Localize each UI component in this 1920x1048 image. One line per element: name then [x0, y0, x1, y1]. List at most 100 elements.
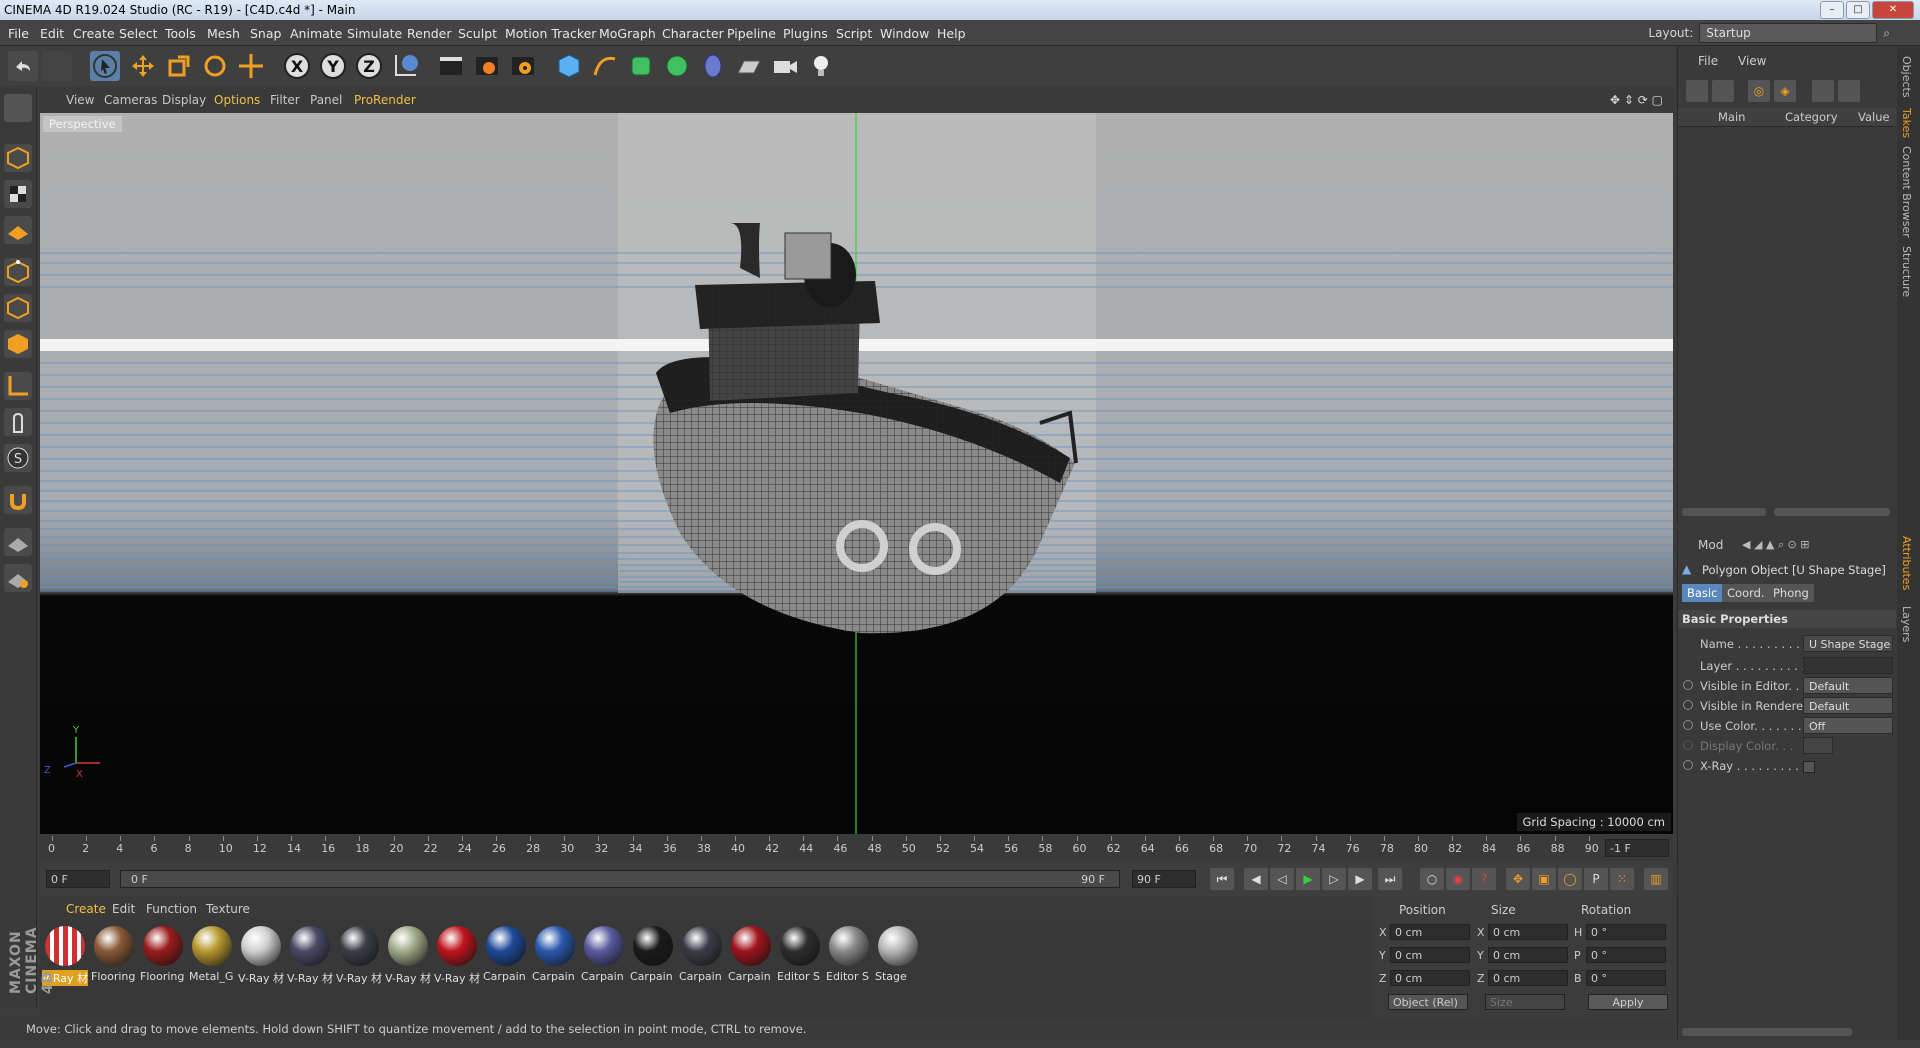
attribute-hscrollbar[interactable]: [1682, 1028, 1852, 1036]
material-tile[interactable]: Carpain: [532, 924, 578, 986]
attr-visible-renderer-radio[interactable]: [1683, 700, 1693, 710]
material-tile[interactable]: Flooring: [91, 924, 137, 986]
magnet-icon[interactable]: [4, 486, 32, 514]
menu-sculpt[interactable]: Sculpt: [458, 26, 497, 41]
rotate-tool-icon[interactable]: [200, 51, 230, 81]
column-value[interactable]: Value: [1858, 110, 1890, 124]
size-mode-select[interactable]: Size: [1485, 994, 1565, 1010]
material-tile[interactable]: V-Ray 材: [287, 924, 333, 986]
position-z-field[interactable]: 0 cm: [1390, 970, 1470, 986]
material-menu-texture[interactable]: Texture: [206, 902, 250, 916]
viewport-menu-view[interactable]: View: [66, 93, 94, 107]
position-x-field[interactable]: 0 cm: [1390, 924, 1470, 940]
menu-pipeline[interactable]: Pipeline: [727, 26, 776, 41]
tweak-mode-icon[interactable]: [4, 408, 32, 436]
dock-tab-objects[interactable]: Objects: [1900, 56, 1913, 98]
dock-tab-structure[interactable]: Structure: [1900, 246, 1913, 297]
material-tile[interactable]: Carpain: [483, 924, 529, 986]
filter-icon[interactable]: ◈: [1774, 80, 1796, 102]
object-hscrollbar-left[interactable]: [1682, 508, 1766, 516]
object-hscrollbar-right[interactable]: [1774, 508, 1890, 516]
size-x-field[interactable]: 0 cm: [1488, 924, 1568, 940]
record-active-objects-icon[interactable]: ○: [1420, 868, 1444, 890]
material-tile[interactable]: Flooring: [140, 924, 186, 986]
material-tile[interactable]: V-Ray 材: [385, 924, 431, 986]
floor-icon[interactable]: [734, 51, 764, 81]
timeline-layout-icon[interactable]: ▥: [1644, 868, 1668, 890]
planar-workplane-icon[interactable]: [4, 564, 32, 592]
attr-display-color-radio[interactable]: [1683, 740, 1693, 750]
scale-key-icon[interactable]: ▣: [1532, 868, 1556, 890]
attr-visible-editor-select[interactable]: Default: [1803, 677, 1893, 694]
y-axis-lock-icon[interactable]: Y: [318, 51, 348, 81]
tab-coord[interactable]: Coord.: [1722, 584, 1770, 602]
move-tool-icon[interactable]: [128, 51, 158, 81]
add-object-icon[interactable]: [1686, 80, 1708, 102]
size-y-field[interactable]: 0 cm: [1488, 947, 1568, 963]
next-key-icon[interactable]: ▶: [1348, 868, 1372, 890]
menu-tools[interactable]: Tools: [165, 26, 196, 41]
material-tile[interactable]: Stage: [875, 924, 921, 986]
axis-mode-icon[interactable]: [4, 372, 32, 400]
render-picture-viewer-icon[interactable]: [472, 51, 502, 81]
attr-visible-renderer-select[interactable]: Default: [1803, 697, 1893, 714]
model-mode-icon[interactable]: [4, 144, 32, 172]
object-menu-view[interactable]: View: [1738, 54, 1766, 68]
attr-xray-checkbox[interactable]: [1803, 761, 1815, 773]
object-menu-file[interactable]: File: [1698, 54, 1718, 68]
menu-file[interactable]: File: [8, 26, 29, 41]
viewport-menu-cameras[interactable]: Cameras: [104, 93, 157, 107]
size-z-field[interactable]: 0 cm: [1488, 970, 1568, 986]
rotation-key-icon[interactable]: ◯: [1558, 868, 1582, 890]
tag-icon[interactable]: ◎: [1748, 80, 1770, 102]
rotation-h-field[interactable]: 0 °: [1586, 924, 1666, 940]
z-axis-lock-icon[interactable]: Z: [354, 51, 384, 81]
menu-simulate[interactable]: Simulate: [347, 26, 402, 41]
search-filter-icon[interactable]: [1838, 80, 1860, 102]
maximize-button[interactable]: □: [1846, 1, 1870, 19]
material-tile[interactable]: Editor S: [777, 924, 823, 986]
point-mode-icon[interactable]: [4, 258, 32, 286]
position-key-icon[interactable]: ✥: [1506, 868, 1530, 890]
menu-mesh[interactable]: Mesh: [207, 26, 240, 41]
attr-xray-radio[interactable]: [1683, 760, 1693, 770]
autokeying-icon[interactable]: ◉: [1446, 868, 1470, 890]
menu-script[interactable]: Script: [836, 26, 872, 41]
dock-tab-content-browser[interactable]: Content Browser: [1900, 146, 1913, 238]
material-menu-function[interactable]: Function: [146, 902, 197, 916]
polygon-mode-icon[interactable]: [4, 330, 32, 358]
tab-basic[interactable]: Basic: [1682, 584, 1723, 602]
material-menu-create[interactable]: Create: [66, 902, 106, 916]
viewport-menu-display[interactable]: Display: [162, 93, 206, 107]
deformer-icon[interactable]: [698, 51, 728, 81]
viewport-menu-options[interactable]: Options: [214, 93, 260, 107]
coordinate-system-icon[interactable]: [390, 51, 420, 81]
end-frame-field[interactable]: 90 F: [1132, 870, 1196, 888]
position-y-field[interactable]: 0 cm: [1390, 947, 1470, 963]
material-tile[interactable]: V-Ray 材: [434, 924, 480, 986]
minimize-button[interactable]: –: [1820, 1, 1844, 19]
rotation-p-field[interactable]: 0 °: [1586, 947, 1666, 963]
column-category[interactable]: Category: [1785, 110, 1838, 124]
menu-snap[interactable]: Snap: [250, 26, 281, 41]
column-main[interactable]: Main: [1718, 110, 1745, 124]
point-level-animation-icon[interactable]: ⁙: [1610, 868, 1634, 890]
menu-animate[interactable]: Animate: [290, 26, 342, 41]
attr-name-field[interactable]: U Shape Stage: [1803, 635, 1893, 652]
material-tile[interactable]: Carpain: [581, 924, 627, 986]
viewport-menu-panel[interactable]: Panel: [310, 93, 342, 107]
light-icon[interactable]: [806, 51, 836, 81]
pen-spline-icon[interactable]: [590, 51, 620, 81]
dock-tab-layers[interactable]: Layers: [1900, 606, 1913, 642]
attr-visible-editor-radio[interactable]: [1683, 680, 1693, 690]
keyframe-selection-icon[interactable]: ?: [1472, 868, 1496, 890]
workplane-mode-icon[interactable]: [4, 216, 32, 244]
attr-display-color-swatch[interactable]: [1803, 737, 1833, 754]
attribute-nav-icons[interactable]: ◀ ◢ ▲ ⌕ ⊙ ⊞: [1742, 538, 1809, 552]
dock-tab-takes[interactable]: Takes: [1900, 108, 1913, 138]
coordinate-mode-select[interactable]: Object (Rel): [1388, 994, 1468, 1010]
start-frame-field[interactable]: 0 F: [46, 870, 110, 888]
material-menu-edit[interactable]: Edit: [112, 902, 135, 916]
attr-use-color-select[interactable]: Off: [1803, 717, 1893, 734]
apply-button[interactable]: Apply: [1588, 994, 1668, 1010]
